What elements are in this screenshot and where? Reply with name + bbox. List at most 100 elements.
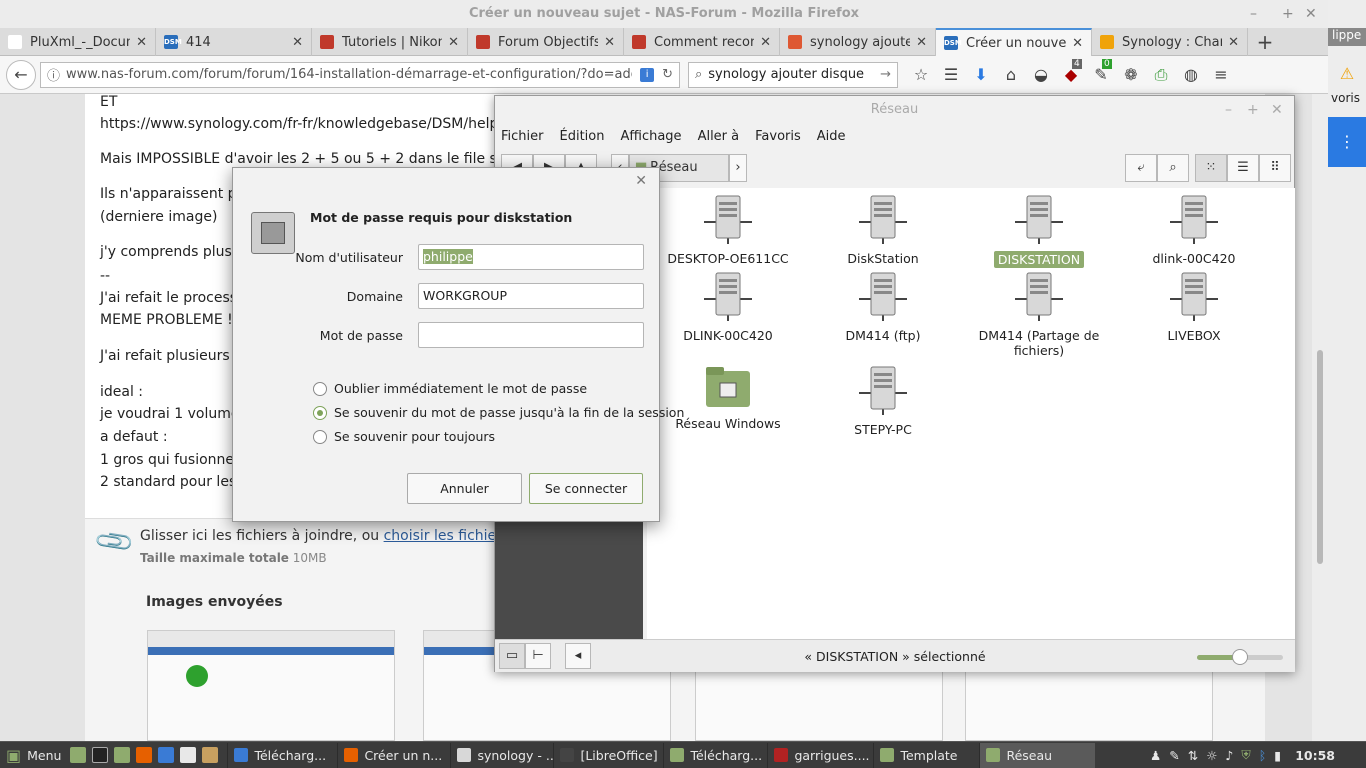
compact-view-button[interactable]: ⠿: [1259, 154, 1291, 182]
maximize-icon[interactable]: +: [1247, 96, 1259, 124]
maximize-icon[interactable]: +: [1282, 0, 1294, 28]
browser-tab[interactable]: Comment reconna ✕: [624, 28, 780, 56]
network-folder-item[interactable]: Réseau Windows: [653, 365, 803, 431]
radio-button-icon[interactable]: [313, 405, 327, 420]
new-tab-button[interactable]: +: [1248, 28, 1282, 55]
network-server-item[interactable]: DESKTOP-OE611CC: [653, 194, 803, 266]
network-server-item[interactable]: DM414 (Partage de fichiers): [964, 271, 1114, 358]
tab-close-icon[interactable]: ✕: [604, 35, 615, 50]
menu-item[interactable]: Favoris: [755, 129, 801, 144]
menu-item[interactable]: Aide: [817, 129, 846, 144]
launcher-icon[interactable]: [202, 747, 219, 763]
path-right-button[interactable]: ›: [729, 154, 747, 182]
search-icon[interactable]: ⌕: [1157, 154, 1189, 182]
tab-close-icon[interactable]: ✕: [292, 35, 303, 50]
close-icon[interactable]: ✕: [1271, 96, 1283, 124]
taskbar-window-button[interactable]: Télécharg...: [227, 742, 337, 768]
menu-button[interactable]: ▣ Menu: [0, 746, 67, 765]
reading-list-icon[interactable]: ☰: [936, 65, 966, 84]
battery-icon[interactable]: ▮: [1274, 748, 1281, 763]
ublock-icon[interactable]: ◆ 4: [1056, 59, 1086, 84]
toggle-location-icon[interactable]: ⤶: [1125, 154, 1157, 182]
page-scrollbar[interactable]: [1312, 94, 1328, 741]
places-toggle-button[interactable]: ▭: [499, 643, 525, 669]
firefox-launcher-icon[interactable]: [136, 747, 153, 763]
browser-tab[interactable]: DSM 414 ✕: [156, 28, 312, 56]
menu-icon[interactable]: ≡: [1206, 65, 1236, 84]
tab-close-icon[interactable]: ✕: [448, 35, 459, 50]
close-icon[interactable]: ✕: [635, 173, 647, 189]
pocket-icon[interactable]: ◒: [1026, 65, 1056, 84]
menu-item[interactable]: Édition: [560, 129, 605, 144]
taskbar-window-button[interactable]: Template: [873, 742, 979, 768]
extension-icon[interactable]: ✎ 0: [1086, 59, 1116, 84]
clock[interactable]: 10:58: [1295, 748, 1335, 763]
back-button[interactable]: ←: [6, 59, 36, 90]
tool-icon[interactable]: ✎: [1169, 748, 1179, 763]
browser-tab[interactable]: Synology : Chang ✕: [1092, 28, 1248, 56]
cancel-button[interactable]: Annuler: [407, 473, 522, 504]
files-icon[interactable]: [114, 747, 131, 763]
password-field[interactable]: [418, 322, 644, 348]
network-server-item[interactable]: DM414 (ftp): [808, 271, 958, 343]
url-bar[interactable]: ⓘ www.nas-forum.com/forum/forum/164-inst…: [40, 61, 680, 88]
volume-icon[interactable]: ♪: [1225, 748, 1233, 763]
user-icon[interactable]: ♟: [1150, 748, 1161, 763]
taskbar-window-button[interactable]: Créer un n...: [337, 742, 450, 768]
taskbar-window-button[interactable]: synology - ...: [450, 742, 553, 768]
radio-button-icon[interactable]: [313, 381, 327, 396]
bookmark-star-icon[interactable]: ☆: [906, 65, 936, 84]
terminal-icon[interactable]: [92, 747, 109, 763]
search-box[interactable]: ⌕ synology ajouter disque →: [688, 61, 898, 88]
tab-close-icon[interactable]: ✕: [916, 35, 927, 50]
print-icon[interactable]: ⎙: [1146, 65, 1176, 85]
download-icon[interactable]: ⬇: [966, 65, 996, 84]
bluetooth-icon[interactable]: ᛒ: [1259, 748, 1267, 763]
tab-close-icon[interactable]: ✕: [1072, 36, 1083, 51]
remember-option-radio[interactable]: Se souvenir du mot de passe jusqu'à la f…: [313, 405, 684, 420]
minimize-icon[interactable]: –: [1250, 0, 1257, 28]
connect-button[interactable]: Se connecter: [529, 473, 643, 504]
menu-item[interactable]: Aller à: [698, 129, 740, 144]
taskbar-window-button[interactable]: Réseau: [979, 742, 1096, 768]
globe-icon[interactable]: ◍: [1176, 65, 1206, 84]
menu-item[interactable]: Fichier: [501, 129, 544, 144]
tree-toggle-button[interactable]: ⊢: [525, 643, 551, 669]
addon-icon[interactable]: ❁: [1116, 65, 1146, 84]
reload-icon[interactable]: ↻: [662, 67, 673, 82]
show-desktop-icon[interactable]: [70, 747, 87, 763]
browser-tab[interactable]: PluXml_-_Documentati ✕: [0, 28, 156, 56]
info-icon[interactable]: ⓘ: [47, 65, 60, 84]
uploaded-image-thumbnail[interactable]: [147, 630, 395, 741]
minimize-icon[interactable]: –: [1225, 96, 1232, 124]
taskbar-window-button[interactable]: [LibreOffice]: [553, 742, 663, 768]
home-icon[interactable]: ⌂: [996, 65, 1026, 84]
network-server-item[interactable]: DLINK-00C420: [653, 271, 803, 343]
menu-item[interactable]: Affichage: [620, 129, 681, 144]
network-icon[interactable]: ⇅: [1188, 748, 1198, 763]
launcher-icon[interactable]: [158, 747, 175, 763]
list-view-button[interactable]: ☰: [1227, 154, 1259, 182]
network-server-item[interactable]: DiskStation: [808, 194, 958, 266]
remember-option-radio[interactable]: Oublier immédiatement le mot de passe: [313, 381, 587, 396]
shield-icon[interactable]: ⛨: [1241, 747, 1250, 763]
network-server-item[interactable]: LIVEBOX: [1119, 271, 1269, 343]
remember-option-radio[interactable]: Se souvenir pour toujours: [313, 429, 495, 444]
tab-close-icon[interactable]: ✕: [136, 35, 147, 50]
domain-field[interactable]: WORKGROUP: [418, 283, 644, 309]
tab-close-icon[interactable]: ✕: [1228, 35, 1239, 50]
document-launcher-icon[interactable]: [180, 747, 197, 763]
zoom-slider[interactable]: [1197, 649, 1283, 665]
hide-sidebar-button[interactable]: ◂: [565, 643, 591, 669]
browser-tab[interactable]: Forum Objectifs N ✕: [468, 28, 624, 56]
icon-view-button[interactable]: ⁙: [1195, 154, 1227, 182]
radio-button-icon[interactable]: [313, 429, 327, 444]
search-go-icon[interactable]: →: [880, 67, 891, 82]
browser-tab[interactable]: Tutoriels | Nikon P ✕: [312, 28, 468, 56]
reader-view-icon[interactable]: i: [640, 67, 655, 82]
brightness-icon[interactable]: ☼: [1206, 748, 1217, 763]
taskbar-window-button[interactable]: garrigues....: [767, 742, 873, 768]
network-server-item[interactable]: DISKSTATION: [964, 194, 1114, 268]
browser-tab[interactable]: DSM Créer un nouveau ✕: [936, 28, 1092, 56]
tab-close-icon[interactable]: ✕: [760, 35, 771, 50]
